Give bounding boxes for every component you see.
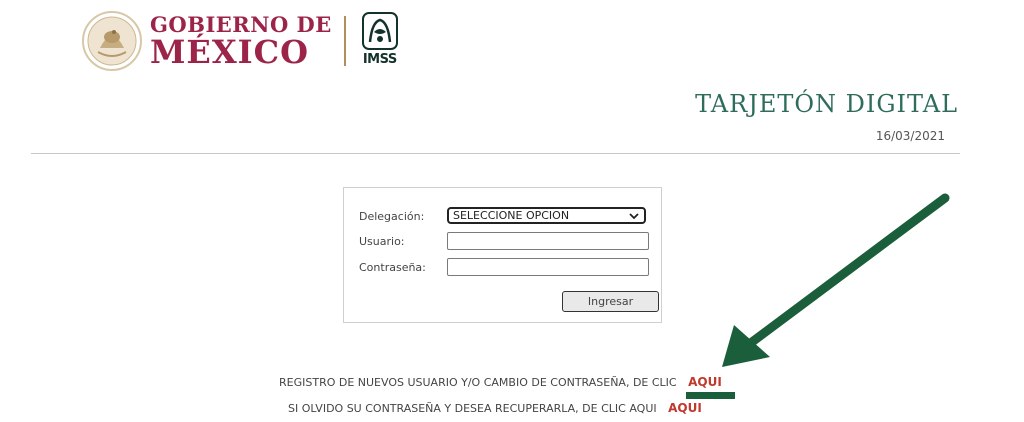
- page-date: 16/03/2021: [875, 129, 945, 143]
- usuario-input[interactable]: [447, 232, 649, 250]
- header-logos: GOBIERNO DE MÉXICO IMSS: [80, 10, 402, 72]
- registro-underline-highlight: [686, 392, 735, 399]
- chevron-down-icon: [628, 210, 640, 222]
- delegacion-select[interactable]: SELECCIONE OPCION: [447, 207, 646, 224]
- header-divider: [31, 153, 960, 154]
- annotation-arrow-icon: [700, 185, 960, 375]
- gob-line2: MÉXICO: [150, 33, 309, 71]
- logo-divider: [343, 16, 346, 66]
- imss-logo-icon: IMSS: [358, 12, 402, 70]
- mexico-seal-icon: [80, 10, 144, 72]
- delegacion-label: Delegación:: [359, 210, 425, 223]
- imss-label: IMSS: [362, 52, 397, 67]
- registro-aqui-link[interactable]: AQUI: [688, 375, 722, 389]
- page-title: TARJETÓN DIGITAL: [695, 90, 958, 118]
- registro-text: REGISTRO DE NUEVOS USUARIO Y/O CAMBIO DE…: [279, 376, 677, 389]
- delegacion-select-value: SELECCIONE OPCION: [453, 209, 570, 222]
- usuario-label: Usuario:: [359, 235, 405, 248]
- registro-line: REGISTRO DE NUEVOS USUARIO Y/O CAMBIO DE…: [279, 375, 722, 389]
- contrasena-label: Contraseña:: [359, 261, 426, 274]
- recuperar-line: SI OLVIDO SU CONTRASEÑA Y DESEA RECUPERA…: [288, 401, 702, 415]
- recuperar-text: SI OLVIDO SU CONTRASEÑA Y DESEA RECUPERA…: [288, 402, 657, 415]
- recuperar-aqui-link[interactable]: AQUI: [668, 401, 702, 415]
- login-form: Delegación: SELECCIONE OPCION Usuario: C…: [343, 187, 662, 323]
- gob-line1: GOBIERNO DE: [150, 12, 332, 37]
- ingresar-button[interactable]: Ingresar: [562, 291, 659, 312]
- gobierno-de-mexico-logo: GOBIERNO DE MÉXICO: [150, 14, 332, 68]
- contrasena-input[interactable]: [447, 258, 649, 276]
